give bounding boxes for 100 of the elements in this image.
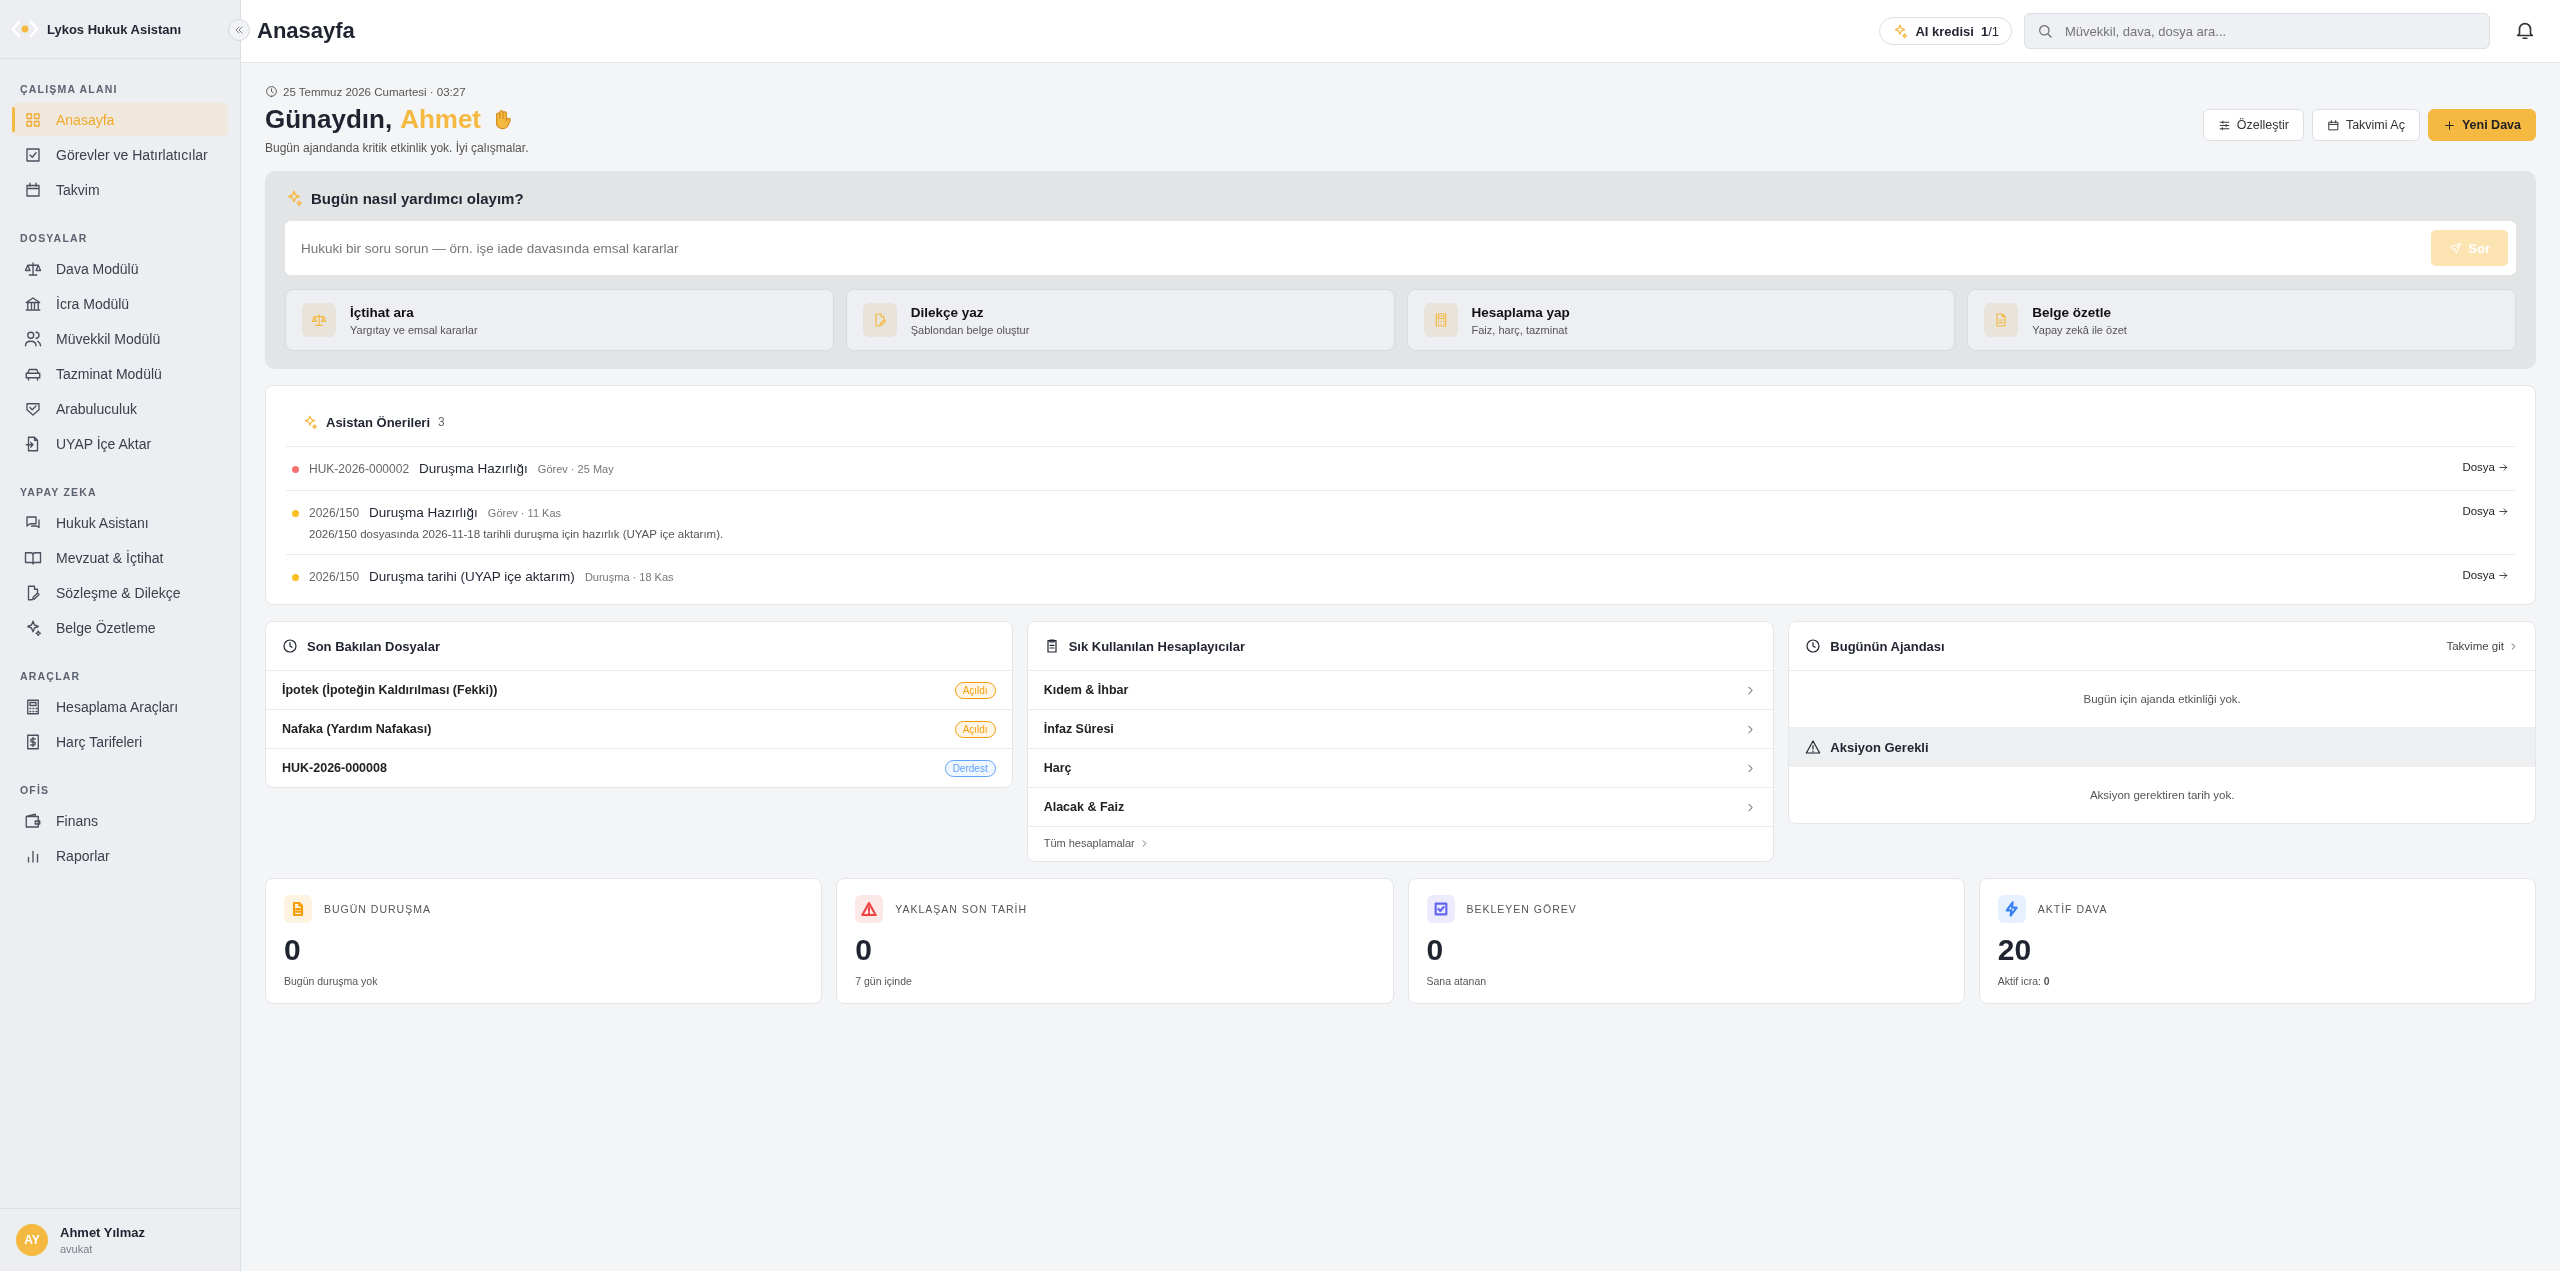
users-icon [24, 329, 42, 348]
file-link[interactable]: Dosya [2462, 461, 2509, 473]
empty-message: Bugün için ajanda etkinliği yok. [2082, 692, 2242, 707]
suggestion-meta: Görev · 11 Kas [487, 507, 561, 519]
clock-icon [1805, 638, 1822, 654]
nav-item[interactable]: Görevler ve Hatırlatıcılar [12, 138, 228, 171]
nav-item[interactable]: Mevzuat & İçtihat [12, 541, 228, 574]
quick-action-title: Hesaplama yap [1471, 304, 1570, 320]
quick-action-card[interactable]: İçtihat ara Yargıtay ve emsal kararlar [285, 289, 834, 351]
arrow-icon [2498, 461, 2509, 473]
nav-item[interactable]: Dava Modülü [12, 252, 228, 285]
card-title: Sık Kullanılan Hesaplayıcılar [1068, 638, 1245, 654]
quick-action-title: İçtihat ara [350, 304, 415, 320]
collapse-button[interactable] [228, 19, 250, 41]
ai-credit-label: AI kredisi [1915, 23, 1974, 39]
stat-value: 0 [1426, 933, 1445, 967]
grid-icon [24, 110, 42, 129]
section-title: Aksiyon Gerekli [1830, 739, 1929, 755]
user-name: Ahmet Yılmaz [60, 1225, 145, 1240]
stat-label: BUGÜN DURUŞMA [324, 903, 431, 915]
calculator-name: Alacak & Faiz [1043, 800, 1125, 814]
new-case-button[interactable]: Yeni Dava [2427, 109, 2536, 141]
greeting-subtitle: Bugün ajandanda kritik etkinlik yok. İyi çalışmalar. [265, 141, 529, 155]
logo-icon [12, 20, 38, 38]
sparkles-icon [1892, 23, 1909, 39]
status-tag: Derdest [944, 759, 996, 777]
nav-item[interactable]: Raporlar [12, 839, 228, 872]
quick-action-subtitle: Faiz, harç, tazminat [1471, 323, 1569, 336]
greeting-text: Günaydın, [265, 104, 393, 135]
case-number: HUK-2026-000002 [309, 462, 410, 476]
customize-button[interactable]: Özelleştir [2202, 109, 2304, 141]
scale-icon [311, 312, 327, 328]
calculator-row[interactable]: Kıdem & İhbar [1027, 671, 1774, 710]
quick-action-card[interactable]: Dilekçe yaz Şablondan belge oluştur [845, 289, 1395, 351]
stat-note: Bugün duruşma yok [284, 975, 379, 987]
date-time: 25 Temmuz 2026 Cumartesi · 03:27 [283, 85, 466, 98]
stat-note: Aktif icra: 0 [1997, 975, 2051, 987]
calendar-link[interactable]: Takvime git [2446, 640, 2519, 652]
search-input[interactable]: Müvekkil, dava, dosya ara... [2063, 22, 2477, 40]
file-row[interactable]: Nafaka (Yardım Nafakası) Açıldı [266, 710, 1012, 749]
nav-item[interactable]: Takvim [12, 173, 228, 206]
checkbox-icon [24, 145, 42, 164]
file-link[interactable]: Dosya [2462, 505, 2509, 517]
card-title: Son Bakılan Dosyalar [307, 638, 440, 654]
file-link[interactable]: Dosya [2462, 569, 2509, 581]
file-row[interactable]: İpotek (İpoteğin Kaldırılması (Fekki)) Açıldı [266, 671, 1012, 710]
suggestion-title: Duruşma Hazırlığı [369, 505, 478, 520]
file-row[interactable]: HUK-2026-000008 Derdest [266, 749, 1012, 787]
arrow-icon [2498, 569, 2509, 581]
nav-item[interactable]: Tazminat Modülü [12, 357, 228, 390]
clock-icon [265, 85, 278, 98]
quick-action-subtitle: Şablondan belge oluştur [910, 323, 1030, 336]
page-title: Anasayfa [257, 18, 356, 44]
stat-note: 7 gün içinde [855, 975, 913, 987]
card-title: Bugünün Ajandası [1830, 638, 1945, 654]
nav-item[interactable]: Hukuk Asistanı [12, 506, 228, 539]
sparkles-icon [24, 618, 42, 637]
empty-message: Aksiyon gerektiren tarih yok. [2088, 788, 2236, 803]
calculator-name: Harç [1043, 761, 1072, 775]
quick-action-subtitle: Yargıtay ve emsal kararlar [350, 323, 478, 336]
nav-item[interactable]: UYAP İçe Aktar [12, 427, 228, 460]
dollar-file-icon [24, 732, 42, 751]
nav-item[interactable]: Belge Özetleme [12, 611, 228, 644]
calendar-icon [2326, 118, 2340, 132]
nav-item[interactable]: Hesaplama Araçları [12, 690, 228, 723]
card-title: Asistan Önerileri [326, 414, 431, 430]
nav-item[interactable]: Sözleşme & Dilekçe [12, 576, 228, 609]
status-tag: Açıldı [954, 720, 996, 738]
quick-action-card[interactable]: Hesaplama yap Faiz, harç, tazminat [1406, 289, 1956, 351]
stat-label: YAKLAŞAN SON TARİH [895, 903, 1028, 915]
nav-item[interactable]: Finans [12, 804, 228, 837]
nav-item[interactable]: İcra Modülü [12, 287, 228, 320]
ai-credit-value: 1/1 [1980, 23, 1999, 39]
quick-action-card[interactable]: Belge özetle Yapay zekâ ile özet [1967, 289, 2516, 351]
user-role: avukat [60, 1243, 94, 1255]
file-name: İpotek (İpoteğin Kaldırılması (Fekki)) [282, 683, 498, 697]
clock-icon [282, 638, 298, 654]
nav-item[interactable]: Harç Tarifeleri [12, 725, 228, 758]
all-calculations-link[interactable]: Tüm hesaplamalar [1027, 827, 1774, 861]
suggestion-detail: 2026/150 dosyasında 2026-11-18 tarihli duruşma için hazırlık (UYAP içe aktarım). [309, 528, 725, 540]
search-icon [2037, 23, 2053, 39]
calculator-row[interactable]: Harç [1027, 749, 1774, 788]
nav-item[interactable]: Müvekkil Modülü [12, 322, 228, 355]
collapse-icon [233, 24, 245, 36]
sparkles-icon [302, 414, 318, 430]
open-calendar-button[interactable]: Takvimi Aç [2311, 109, 2420, 141]
calculator-row[interactable]: İnfaz Süresi [1027, 710, 1774, 749]
plus-icon [2442, 118, 2456, 132]
search-field[interactable]: Müvekkil, dava, dosya ara... [2024, 13, 2490, 49]
stat-label: BEKLEYEN GÖREV [1466, 903, 1577, 915]
nav-item[interactable]: Arabuluculuk [12, 392, 228, 425]
app-name: Lykos Hukuk Asistanı [47, 21, 182, 37]
status-tag: Açıldı [954, 681, 996, 699]
suggestion-meta: Duruşma · 18 Kas [584, 571, 674, 583]
file-name: HUK-2026-000008 [282, 761, 387, 775]
case-number: 2026/150 [309, 506, 360, 520]
suggestion-title: Duruşma Hazırlığı [419, 461, 528, 476]
user-first-name: Ahmet [400, 104, 482, 135]
calculator-row[interactable]: Alacak & Faiz [1027, 788, 1774, 827]
warning-icon [1805, 739, 1822, 755]
